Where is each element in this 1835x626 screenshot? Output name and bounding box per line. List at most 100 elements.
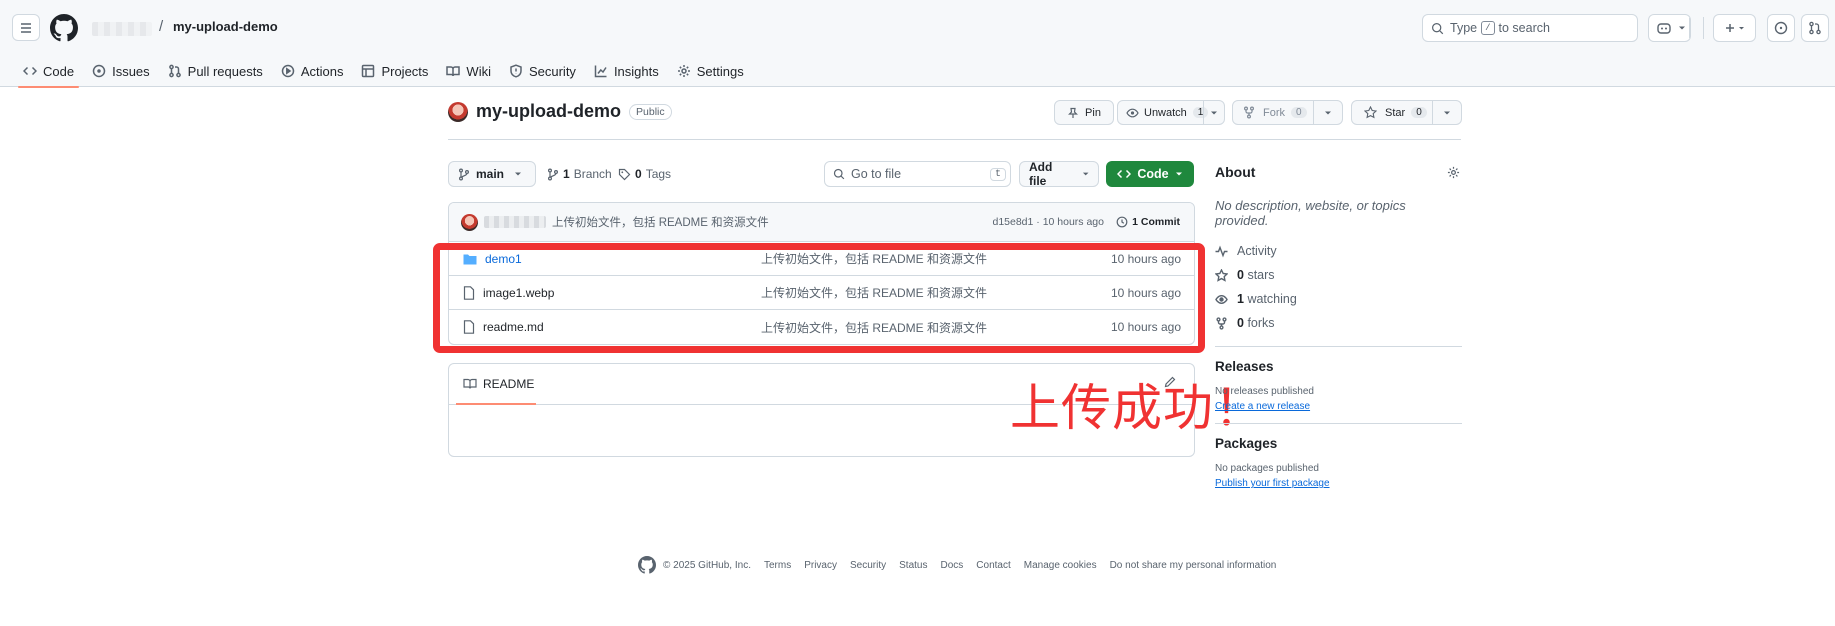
- watching-label: watching: [1247, 292, 1297, 306]
- shield-icon: [510, 64, 522, 78]
- fork-label: Fork: [1263, 106, 1285, 119]
- tab-label: Issues: [112, 63, 150, 79]
- tab-projects[interactable]: Projects: [352, 55, 437, 87]
- repo-heading: my-upload-demo Public: [448, 101, 672, 122]
- eye-icon: [1215, 294, 1228, 304]
- footer-link-status[interactable]: Status: [899, 560, 927, 571]
- chevron-down-icon: [1325, 111, 1331, 114]
- activity-link[interactable]: Activity: [1215, 239, 1462, 263]
- footer-link-manage-cookies[interactable]: Manage cookies: [1024, 560, 1097, 571]
- chevron-down-icon: [1211, 111, 1217, 114]
- pull-request-icon: [1809, 21, 1821, 35]
- unwatch-label: Unwatch: [1144, 106, 1187, 119]
- footer-link-privacy[interactable]: Privacy: [804, 560, 837, 571]
- repo-nav-tabs: Code Issues Pull requests Actions Projec…: [14, 55, 753, 88]
- packages-title[interactable]: Packages: [1215, 436, 1462, 451]
- latest-commit-message[interactable]: 上传初始文件，包括 README 和资源文件: [552, 214, 769, 230]
- pull-requests-button[interactable]: [1801, 14, 1829, 42]
- branches-link[interactable]: 1 Branch: [547, 167, 612, 181]
- add-file-button[interactable]: Add file: [1019, 160, 1099, 188]
- tags-link[interactable]: 0 Tags: [618, 167, 671, 181]
- tab-pull-requests[interactable]: Pull requests: [159, 55, 272, 87]
- star-icon: [1364, 106, 1377, 119]
- unwatch-button[interactable]: Unwatch 1: [1117, 100, 1225, 125]
- history-icon: [1116, 216, 1128, 228]
- search-placeholder-post: to search: [1498, 21, 1550, 35]
- owner-name-blurred[interactable]: [92, 22, 152, 36]
- owner-avatar[interactable]: [448, 101, 468, 122]
- sidebar-divider: [1215, 423, 1462, 424]
- page-footer: © 2025 GitHub, Inc. Terms Privacy Securi…: [638, 556, 1276, 574]
- repo-title[interactable]: my-upload-demo: [476, 101, 621, 122]
- tab-insights[interactable]: Insights: [585, 55, 668, 87]
- footer-link-contact[interactable]: Contact: [976, 560, 1010, 571]
- latest-commit-bar: 上传初始文件，包括 README 和资源文件 d15e8d1 · 10 hour…: [449, 203, 1194, 242]
- tab-settings[interactable]: Settings: [668, 55, 753, 87]
- star-icon: [1215, 268, 1228, 282]
- graph-icon: [594, 65, 607, 78]
- breadcrumb-repo[interactable]: my-upload-demo: [173, 19, 278, 34]
- issues-button[interactable]: [1767, 14, 1795, 42]
- pull-request-icon: [168, 64, 181, 78]
- committer-avatar[interactable]: [461, 213, 478, 231]
- search-input[interactable]: Type / to search: [1422, 14, 1638, 42]
- menu-button[interactable]: [12, 14, 40, 41]
- branch-name: main: [476, 167, 505, 181]
- forks-link[interactable]: 0 forks: [1215, 311, 1462, 335]
- tab-issues[interactable]: Issues: [83, 55, 159, 87]
- footer-link-security[interactable]: Security: [850, 560, 886, 571]
- footer-link-do-not-share[interactable]: Do not share my personal information: [1110, 560, 1277, 571]
- tab-actions[interactable]: Actions: [272, 55, 353, 87]
- pin-button[interactable]: Pin: [1054, 100, 1114, 125]
- branch-selector[interactable]: main: [448, 161, 536, 187]
- visibility-badge: Public: [629, 103, 672, 120]
- footer-copyright: © 2025 GitHub, Inc.: [663, 559, 751, 571]
- header-divider: [1703, 17, 1704, 39]
- readme-tab[interactable]: README: [483, 377, 534, 391]
- code-button[interactable]: Code: [1106, 161, 1194, 187]
- github-mark-icon[interactable]: [638, 556, 656, 574]
- latest-commit-meta[interactable]: d15e8d1 · 10 hours ago: [992, 216, 1104, 228]
- pin-icon: [1068, 107, 1078, 118]
- tab-label: Pull requests: [187, 63, 263, 79]
- pulse-icon: [1215, 245, 1228, 257]
- tab-label: Insights: [613, 63, 659, 79]
- create-new-button[interactable]: [1713, 14, 1756, 42]
- gear-icon[interactable]: [1447, 166, 1460, 179]
- footer-link-terms[interactable]: Terms: [764, 560, 791, 571]
- tab-label: Actions: [300, 63, 344, 79]
- search-placeholder-pre: Type: [1450, 21, 1478, 35]
- stars-link[interactable]: 0 stars: [1215, 263, 1462, 287]
- branch-icon: [459, 168, 469, 181]
- create-release-link[interactable]: Create a new release: [1215, 401, 1462, 412]
- hamburger-icon: [21, 22, 31, 33]
- chevron-down-icon: [1175, 172, 1182, 176]
- watching-count: 1: [1237, 292, 1244, 306]
- stars-count: 0: [1237, 268, 1244, 282]
- heading-divider: [448, 139, 1461, 140]
- github-logo-icon[interactable]: [50, 14, 78, 42]
- go-to-file-input[interactable]: Go to file t: [824, 161, 1011, 187]
- book-icon: [463, 378, 477, 389]
- packages-empty-text: No packages published: [1215, 463, 1319, 474]
- fork-button[interactable]: Fork 0: [1232, 100, 1343, 125]
- copilot-button[interactable]: [1648, 14, 1691, 42]
- watching-link[interactable]: 1 watching: [1215, 287, 1462, 311]
- committer-name-blurred[interactable]: [484, 216, 546, 228]
- releases-title[interactable]: Releases: [1215, 359, 1462, 374]
- publish-package-link[interactable]: Publish your first package: [1215, 478, 1462, 489]
- tab-code[interactable]: Code: [14, 55, 83, 88]
- tab-wiki[interactable]: Wiki: [437, 55, 500, 87]
- tab-label: Settings: [696, 63, 744, 79]
- code-button-label: Code: [1137, 167, 1169, 181]
- tag-icon: [618, 168, 631, 180]
- footer-link-docs[interactable]: Docs: [940, 560, 963, 571]
- branch-icon: [548, 168, 558, 181]
- branch-count-label: Branch: [573, 167, 612, 181]
- star-button[interactable]: Star 0: [1351, 100, 1462, 125]
- stars-label: stars: [1247, 268, 1275, 282]
- about-description: No description, website, or topics provi…: [1215, 198, 1406, 228]
- breadcrumb-separator: /: [159, 18, 164, 35]
- commit-history-link[interactable]: 1 Commit: [1116, 216, 1180, 228]
- tab-security[interactable]: Security: [500, 55, 585, 87]
